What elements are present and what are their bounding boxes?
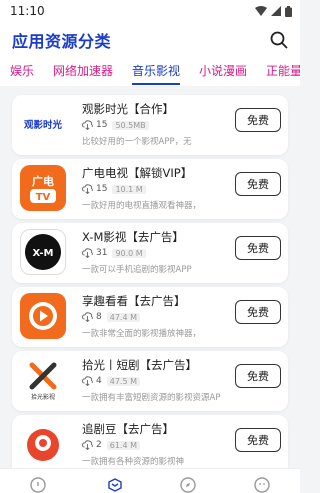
app-meta: 15 50.5MB	[82, 119, 149, 131]
home-icon	[30, 477, 46, 493]
free-download-button[interactable]: 免费	[235, 364, 281, 388]
download-count: 8	[96, 312, 102, 322]
download-count: 15	[96, 120, 108, 130]
app-description: 一款可以手机追剧的影视APP	[82, 265, 192, 275]
search-icon	[270, 31, 288, 49]
list-item[interactable]: 追剧豆【去广告】 2 61.4 M 一款拥有各种资源的影视神 免费	[12, 415, 288, 468]
list-item[interactable]: X-M X-M影视【去广告】 31 90.0 M 一款可以手机追剧的影视APP …	[12, 223, 288, 283]
xm-logo-text: X-M	[33, 248, 54, 259]
guanying-logo-text: 观影时光	[23, 119, 63, 131]
app-list: 观影时光 观影时光【合作】 15 50.5MB 比较好用的一个影视APP，无 免…	[0, 86, 300, 468]
tab-yule[interactable]: 娱乐	[10, 62, 34, 79]
profile-icon	[254, 477, 270, 493]
compass-icon	[180, 477, 196, 493]
tv-logo-text: TV	[36, 192, 51, 203]
list-item[interactable]: 拾光影视 拾光丨短剧【去广告】 4 47.5 M 一款拥有丰富短剧资源的影视资源…	[12, 351, 288, 411]
status-icons	[255, 5, 292, 17]
status-bar: 11:10	[0, 0, 300, 22]
app-meta: 4 47.5 M	[82, 375, 140, 387]
list-item[interactable]: 广电 TV 广电电视【解锁VIP】 15 10.1 M 一款好用的电视直播观看神…	[12, 159, 288, 219]
tab-positive-energy[interactable]: 正能量	[266, 62, 300, 79]
file-size: 90.0 M	[112, 248, 146, 258]
shiguang-logo-text: 拾光影视	[31, 393, 55, 401]
file-size: 47.4 M	[106, 312, 140, 322]
tab-novel-comic[interactable]: 小说漫画	[199, 62, 247, 79]
app-header: 应用资源分类	[0, 22, 300, 58]
category-icon	[108, 478, 122, 492]
download-cloud-icon	[82, 184, 93, 194]
download-cloud-icon	[82, 440, 93, 450]
shiguang-film-icon: 拾光影视	[20, 357, 66, 403]
download-count: 4	[96, 376, 102, 386]
app-description: 一款非常全面的影视播放神器，	[82, 329, 202, 339]
app-name: X-M影视【去广告】	[82, 230, 184, 244]
guanying-logo-icon: 观影时光	[20, 101, 66, 147]
free-download-button[interactable]: 免费	[235, 172, 281, 196]
app-description: 一款好用的电视直播观看神器，	[82, 201, 202, 211]
app-meta: 2 61.4 M	[82, 439, 140, 451]
download-count: 31	[96, 248, 108, 258]
app-description: 一款拥有丰富短剧资源的影视资源AP	[82, 393, 221, 403]
wifi-icon	[255, 6, 267, 16]
free-download-button[interactable]: 免费	[235, 300, 281, 324]
guangdian-tv-icon: 广电 TV	[20, 165, 66, 211]
page-title: 应用资源分类	[12, 32, 112, 51]
free-download-button[interactable]: 免费	[235, 108, 281, 132]
bottom-nav	[0, 468, 300, 493]
file-size: 50.5MB	[112, 120, 149, 130]
list-item[interactable]: 观影时光 观影时光【合作】 15 50.5MB 比较好用的一个影视APP，无 免…	[12, 95, 288, 155]
xiangqu-play-icon	[20, 293, 66, 339]
download-cloud-icon	[82, 376, 93, 386]
file-size: 61.4 M	[106, 440, 140, 450]
download-cloud-icon	[82, 120, 93, 130]
signal-icon	[271, 6, 281, 16]
download-count: 2	[96, 440, 102, 450]
battery-icon	[285, 5, 292, 17]
tab-network-accelerator[interactable]: 网络加速器	[53, 62, 113, 79]
app-meta: 8 47.4 M	[82, 311, 140, 323]
status-time: 11:10	[10, 4, 45, 18]
free-download-button[interactable]: 免费	[235, 428, 281, 452]
app-description: 一款拥有各种资源的影视神	[82, 457, 185, 467]
app-meta: 15 10.1 M	[82, 183, 146, 195]
app-name: 观影时光【合作】	[82, 102, 174, 116]
nav-category[interactable]	[105, 477, 125, 493]
nav-home[interactable]	[28, 477, 48, 493]
file-size: 47.5 M	[106, 376, 140, 386]
app-name: 拾光丨短剧【去广告】	[82, 358, 197, 372]
guangdian-logo-text: 广电	[32, 174, 54, 188]
nav-discover[interactable]	[178, 477, 198, 493]
zhuijudou-icon	[20, 421, 66, 467]
tab-music-video[interactable]: 音乐影视	[132, 62, 180, 79]
download-cloud-icon	[82, 248, 93, 258]
active-tab-indicator	[132, 83, 180, 85]
download-cloud-icon	[82, 312, 93, 322]
file-size: 10.1 M	[112, 184, 146, 194]
xm-logo-icon: X-M	[20, 229, 66, 275]
download-count: 15	[96, 184, 108, 194]
app-name: 广电电视【解锁VIP】	[82, 166, 193, 180]
app-name: 追剧豆【去广告】	[82, 422, 174, 436]
search-button[interactable]	[268, 29, 290, 51]
list-item[interactable]: 享趣看看【去广告】 8 47.4 M 一款非常全面的影视播放神器， 免费	[12, 287, 288, 347]
app-meta: 31 90.0 M	[82, 247, 146, 259]
category-tabs: 娱乐 网络加速器 音乐影视 小说漫画 正能量	[0, 58, 300, 86]
app-name: 享趣看看【去广告】	[82, 294, 186, 308]
free-download-button[interactable]: 免费	[235, 236, 281, 260]
app-description: 比较好用的一个影视APP，无	[82, 137, 192, 147]
nav-profile[interactable]	[252, 477, 272, 493]
